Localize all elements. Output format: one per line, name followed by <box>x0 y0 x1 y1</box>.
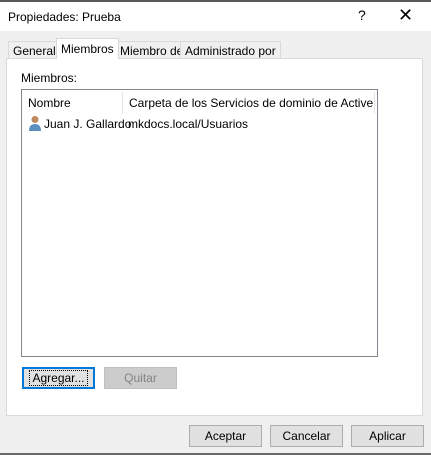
window-title: Propiedades: Prueba <box>8 10 121 24</box>
cancel-button[interactable]: Cancelar <box>270 425 343 447</box>
member-name: Juan J. Gallardo <box>44 117 132 131</box>
tab-administrado-por[interactable]: Administrado por <box>180 41 281 59</box>
column-header-name[interactable]: Nombre <box>22 93 122 113</box>
tab-general[interactable]: General <box>8 41 61 59</box>
remove-button[interactable]: Quitar <box>104 367 177 389</box>
member-folder: mkdocs.local/Usuarios <box>128 117 249 131</box>
user-icon <box>29 116 41 131</box>
tab-miembros[interactable]: Miembros <box>56 38 119 59</box>
members-label: Miembros: <box>21 71 78 85</box>
members-list[interactable]: Nombre Carpeta de los Servicios de domin… <box>21 89 378 357</box>
column-divider[interactable] <box>374 92 375 114</box>
help-button[interactable]: ? <box>358 7 366 23</box>
tab-miembro-de[interactable]: Miembro de <box>115 41 189 59</box>
ok-button[interactable]: Aceptar <box>189 425 262 447</box>
add-button-label: Agregar... <box>29 370 88 386</box>
title-bar: Propiedades: Prueba ? ✕ <box>0 2 431 31</box>
close-button[interactable]: ✕ <box>398 5 413 26</box>
table-row[interactable]: Juan J. Gallardo mkdocs.local/Usuarios <box>26 114 374 132</box>
add-button[interactable]: Agregar... <box>22 367 95 389</box>
apply-button[interactable]: Aplicar <box>351 425 424 447</box>
column-header-folder[interactable]: Carpeta de los Servicios de dominio de A… <box>123 93 374 113</box>
